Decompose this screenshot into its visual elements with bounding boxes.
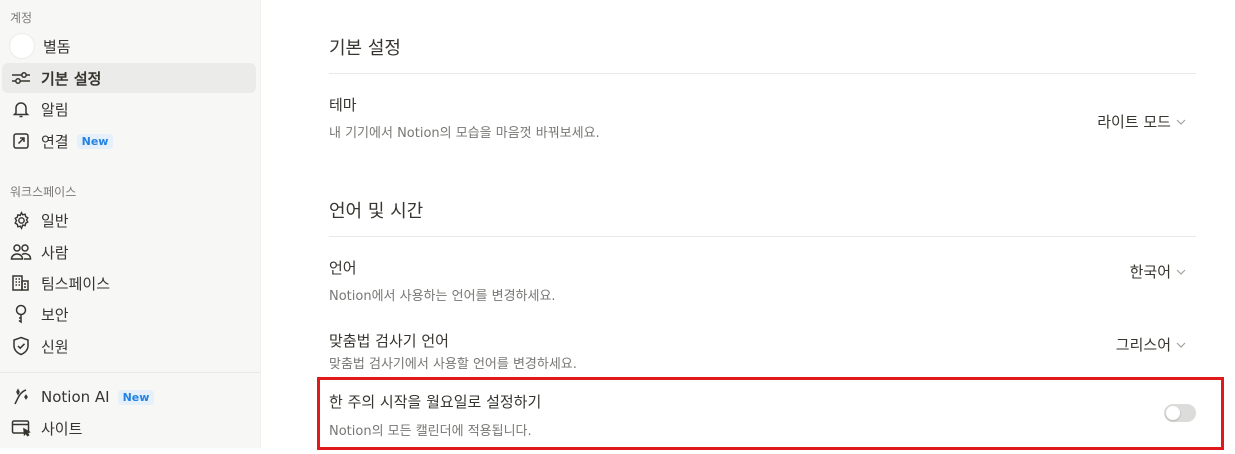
chevron-down-icon — [1176, 342, 1186, 348]
sidebar-item-security[interactable]: 보안 — [2, 299, 256, 329]
shield-check-icon — [10, 335, 32, 357]
highlight-box — [317, 377, 1224, 450]
sidebar-item-label: 일반 — [41, 211, 69, 230]
sidebar-item-label: 팀스페이스 — [41, 274, 111, 293]
section-title-language-time: 언어 및 시간 — [329, 201, 424, 222]
theme-description: 내 기기에서 Notion의 모습을 마음껏 바꿔보세요. — [329, 126, 600, 141]
sidebar-item-account[interactable]: 별돔 — [2, 31, 256, 61]
spellcheck-dropdown[interactable]: 그리스어 — [1116, 334, 1186, 355]
section-label-workspace: 워크스페이스 — [10, 185, 77, 199]
new-badge: New — [117, 389, 155, 405]
theme-dropdown[interactable]: 라이트 모드 — [1097, 111, 1186, 132]
sidebar-item-teamspaces[interactable]: 팀스페이스 — [2, 268, 256, 298]
language-title: 언어 — [329, 259, 357, 277]
gear-icon — [10, 209, 32, 231]
sidebar-item-notion-ai[interactable]: Notion AI New — [2, 382, 256, 412]
sidebar-item-preferences[interactable]: 기본 설정 — [2, 63, 256, 93]
sidebar-divider — [0, 372, 260, 373]
sidebar-item-label: 연결 — [41, 132, 69, 151]
sidebar-item-label: Notion AI — [41, 388, 110, 406]
sidebar-item-people[interactable]: 사람 — [2, 237, 256, 267]
settings-sidebar: 계정 별돔 기본 설정 알림 연결 New 워크스페이스 일반 사람 팀스페이스… — [0, 0, 261, 448]
sidebar-item-general[interactable]: 일반 — [2, 205, 256, 235]
sidebar-item-label: 알림 — [41, 100, 69, 119]
spellcheck-title: 맞춤법 검사기 언어 — [329, 332, 449, 350]
spellcheck-description: 맞춤법 검사기에서 사용할 언어를 변경하세요. — [329, 357, 577, 372]
sidebar-item-label: 신원 — [41, 337, 69, 356]
external-link-icon — [10, 130, 32, 152]
building-icon — [10, 272, 32, 294]
spellcheck-value: 그리스어 — [1115, 336, 1171, 354]
language-description: Notion에서 사용하는 언어를 변경하세요. — [329, 289, 556, 304]
theme-title: 테마 — [329, 96, 357, 114]
section-label-account: 계정 — [10, 11, 33, 25]
section-title-preferences: 기본 설정 — [329, 38, 401, 59]
key-icon — [10, 303, 32, 325]
language-dropdown[interactable]: 한국어 — [1130, 261, 1186, 282]
language-value: 한국어 — [1129, 263, 1171, 281]
sidebar-item-connections[interactable]: 연결 New — [2, 126, 256, 156]
section-divider — [329, 236, 1196, 237]
people-icon — [10, 241, 32, 263]
site-icon — [10, 417, 32, 439]
sliders-icon — [10, 67, 32, 89]
theme-value: 라이트 모드 — [1097, 113, 1171, 131]
sidebar-item-label: 사람 — [41, 243, 69, 262]
bell-icon — [10, 98, 32, 120]
sidebar-item-label: 기본 설정 — [41, 69, 102, 88]
sidebar-item-label: 보안 — [41, 305, 69, 324]
ai-icon — [10, 386, 32, 408]
sidebar-item-identity[interactable]: 신원 — [2, 331, 256, 361]
chevron-down-icon — [1176, 269, 1186, 275]
section-divider — [329, 73, 1196, 74]
sidebar-item-notifications[interactable]: 알림 — [2, 94, 256, 124]
sidebar-item-sites[interactable]: 사이트 — [2, 413, 256, 443]
sidebar-item-label: 사이트 — [41, 419, 83, 438]
avatar — [9, 33, 35, 59]
chevron-down-icon — [1176, 119, 1186, 125]
sidebar-item-label: 별돔 — [43, 37, 71, 56]
new-badge: New — [76, 133, 114, 149]
